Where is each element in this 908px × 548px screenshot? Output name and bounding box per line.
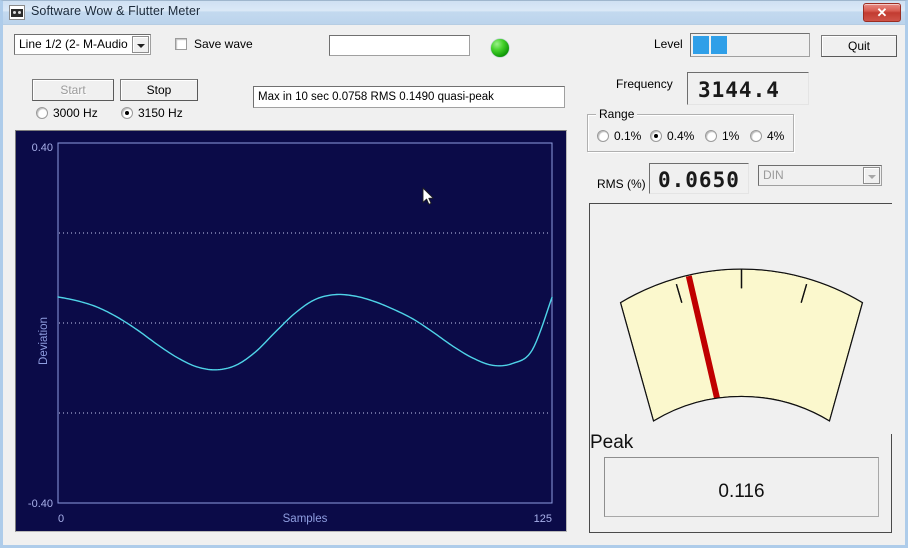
- window-title: Software Wow & Flutter Meter: [31, 4, 201, 18]
- gauge-dial: [590, 204, 893, 434]
- range-groupbox: Range 0.1% 0.4% 1% 4%: [587, 107, 794, 152]
- deviation-chart: 0.40 -0.40 Deviation 0 125 Samples: [15, 130, 567, 532]
- chart-xlabel: Samples: [283, 513, 328, 525]
- range-radio-4-label: 4%: [767, 129, 785, 143]
- level-meter-segment: [693, 36, 709, 54]
- chart-ytick-min: -0.40: [28, 498, 53, 510]
- wave-file-input[interactable]: [329, 35, 470, 56]
- weighting-combo-value: DIN: [763, 168, 784, 182]
- range-radio-4-dot[interactable]: [750, 130, 762, 142]
- peak-label: Peak: [590, 432, 634, 453]
- freq-radio-3000-dot[interactable]: [36, 107, 48, 119]
- frequency-label: Frequency: [616, 77, 673, 91]
- chevron-down-icon[interactable]: [132, 36, 149, 53]
- start-button[interactable]: Start: [32, 79, 114, 101]
- status-led-icon: [491, 39, 509, 57]
- freq-radio-3150-label: 3150 Hz: [138, 106, 183, 120]
- save-wave-label: Save wave: [194, 37, 253, 51]
- chart-background: [16, 131, 566, 531]
- level-label: Level: [654, 37, 683, 51]
- chart-ytick-max: 0.40: [32, 142, 53, 154]
- level-meter: [690, 33, 810, 57]
- chart-xtick-min: 0: [58, 513, 64, 525]
- cassette-tape-icon: [9, 5, 25, 20]
- save-wave-checkbox-box[interactable]: [175, 38, 187, 50]
- chevron-down-icon[interactable]: [863, 167, 880, 184]
- chart-xtick-max: 125: [534, 513, 552, 525]
- application-window: Software Wow & Flutter Meter ✕ Line 1/2 …: [0, 0, 908, 548]
- status-readout: Max in 10 sec 0.0758 RMS 0.1490 quasi-pe…: [253, 86, 565, 108]
- chart-ylabel: Deviation: [38, 317, 50, 365]
- stop-button[interactable]: Stop: [120, 79, 198, 101]
- close-icon[interactable]: ✕: [863, 3, 901, 22]
- audio-device-combo-value: Line 1/2 (2- M-Audio De: [19, 37, 130, 51]
- deviation-chart-svg: 0.40 -0.40 Deviation 0 125 Samples: [16, 131, 566, 531]
- weighting-combo[interactable]: DIN: [758, 165, 882, 186]
- rms-value: 0.0650: [658, 168, 740, 192]
- status-readout-text: Max in 10 sec 0.0758 RMS 0.1490 quasi-pe…: [258, 91, 494, 103]
- rms-label: RMS (%): [597, 177, 646, 191]
- peak-value-box: 0.116: [604, 457, 879, 517]
- gauge-panel: 0.0 0.2 0.4 Pea: [589, 203, 893, 533]
- range-radio-1-label: 1%: [722, 129, 740, 143]
- range-radio-0-1-label: 0.1%: [614, 129, 642, 143]
- level-meter-segment: [711, 36, 727, 54]
- range-groupbox-title: Range: [596, 107, 638, 121]
- range-radio-0-4-dot[interactable]: [650, 130, 662, 142]
- audio-device-combo[interactable]: Line 1/2 (2- M-Audio De: [14, 34, 151, 55]
- title-bar: Software Wow & Flutter Meter ✕: [3, 1, 905, 25]
- frequency-value: 3144.4: [698, 78, 780, 102]
- peak-value: 0.116: [718, 481, 765, 502]
- quit-button[interactable]: Quit: [821, 35, 897, 57]
- frequency-readout: 3144.4: [687, 72, 809, 105]
- freq-radio-3150-dot[interactable]: [121, 107, 133, 119]
- rms-readout: 0.0650: [649, 163, 749, 194]
- range-radio-0-1-dot[interactable]: [597, 130, 609, 142]
- range-radio-1-dot[interactable]: [705, 130, 717, 142]
- range-radio-0-4-label: 0.4%: [667, 129, 695, 143]
- freq-radio-3000-label: 3000 Hz: [53, 106, 98, 120]
